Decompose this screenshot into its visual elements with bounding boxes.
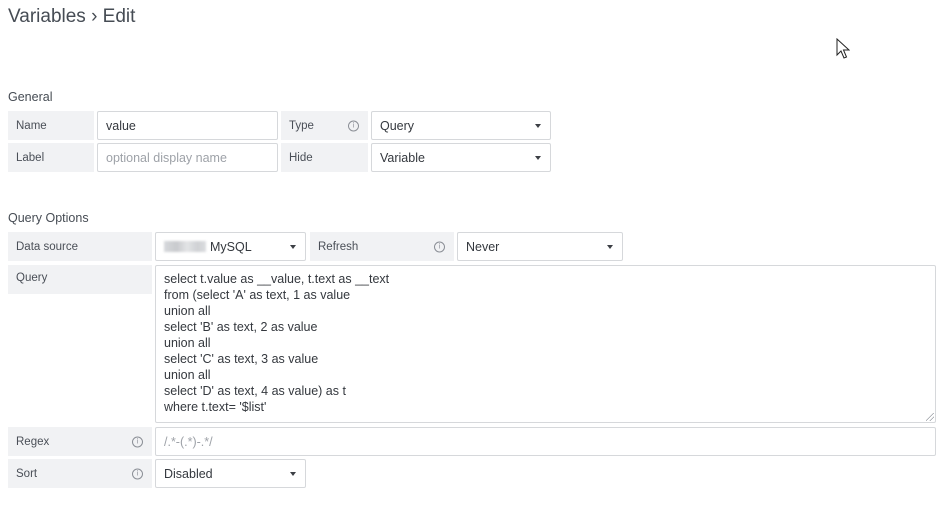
datasource-label: Data source [8, 232, 152, 261]
datasource-label-text: Data source [16, 240, 79, 253]
label-label: Label [8, 143, 94, 172]
sort-label: Sort i [8, 459, 152, 488]
refresh-label: Refresh i [310, 232, 454, 261]
regex-label: Regex i [8, 427, 152, 456]
type-label: Type i [281, 111, 368, 140]
query-line: where t.text= '$list' [164, 400, 267, 414]
regex-input[interactable]: /.*-(.*)-.*/ [155, 427, 936, 456]
type-select-value: Query [380, 118, 415, 133]
info-icon[interactable]: i [434, 241, 445, 252]
datasource-select[interactable]: MySQL [155, 232, 306, 261]
type-label-text: Type [289, 119, 314, 132]
name-label-text: Name [16, 119, 47, 132]
query-line: union all [164, 304, 211, 318]
datasource-select-value: MySQL [210, 239, 252, 254]
query-line: select t.value as __value, t.text as __t… [164, 272, 390, 286]
query-line: select 'D' as text, 4 as value) as t [164, 384, 346, 398]
regex-input-placeholder: /.*-(.*)-.*/ [164, 434, 213, 449]
label-input-placeholder: optional display name [106, 150, 227, 165]
sort-select-value: Disabled [164, 466, 213, 481]
query-label: Query [8, 265, 152, 294]
regex-label-text: Regex [16, 435, 50, 448]
query-line: select 'B' as text, 2 as value [164, 320, 318, 334]
query-textarea[interactable]: select t.value as __value, t.text as __t… [155, 265, 936, 423]
info-icon[interactable]: i [132, 468, 143, 479]
type-select[interactable]: Query [371, 111, 551, 140]
page-title: Variables › Edit [8, 6, 136, 27]
info-icon[interactable]: i [348, 120, 359, 131]
query-line: select 'C' as text, 3 as value [164, 352, 319, 366]
query-line: union all [164, 368, 211, 382]
datasource-blurred-prefix [164, 241, 206, 252]
query-line: union all [164, 336, 211, 350]
info-icon[interactable]: i [132, 436, 143, 447]
label-label-text: Label [16, 151, 45, 164]
section-title-general: General [8, 90, 53, 104]
hide-label: Hide [281, 143, 368, 172]
section-title-query-options: Query Options [8, 211, 89, 225]
query-line: from (select 'A' as text, 1 as value [164, 288, 351, 302]
label-input[interactable]: optional display name [97, 143, 278, 172]
refresh-select[interactable]: Never [457, 232, 623, 261]
sort-label-text: Sort [16, 467, 38, 480]
name-label: Name [8, 111, 94, 140]
resize-handle-icon[interactable] [926, 413, 934, 421]
sort-select[interactable]: Disabled [155, 459, 306, 488]
refresh-label-text: Refresh [318, 240, 359, 253]
hide-label-text: Hide [289, 151, 313, 164]
mouse-pointer-icon [836, 38, 850, 59]
name-input-value: value [106, 118, 136, 133]
hide-select-value: Variable [380, 150, 425, 165]
query-label-text: Query [16, 272, 48, 284]
refresh-select-value: Never [466, 239, 500, 254]
name-input[interactable]: value [97, 111, 278, 140]
hide-select[interactable]: Variable [371, 143, 551, 172]
